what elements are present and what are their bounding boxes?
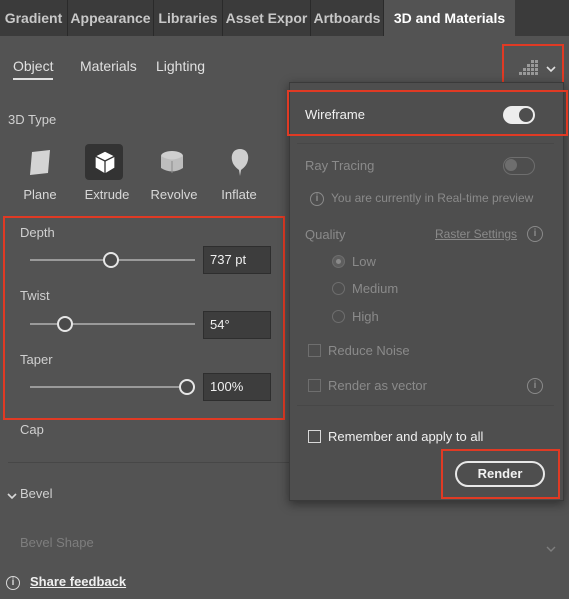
tab-3d-and-materials[interactable]: 3D and Materials <box>384 0 515 36</box>
depth-label: Depth <box>20 225 55 240</box>
section-divider <box>8 462 289 463</box>
bevel-label[interactable]: Bevel <box>20 486 53 501</box>
tab-appearance[interactable]: Appearance <box>68 0 154 36</box>
plane-label: Plane <box>23 187 57 202</box>
render-settings-icon[interactable] <box>519 59 539 77</box>
revolve-type-button[interactable] <box>153 144 191 180</box>
render-as-vector-info-icon[interactable]: i <box>527 378 543 394</box>
subtab-materials[interactable]: Materials <box>80 58 137 74</box>
render-button[interactable]: Render <box>455 461 545 487</box>
plane-type-button[interactable] <box>21 144 59 180</box>
subtab-lighting[interactable]: Lighting <box>156 58 205 74</box>
tab-gradient[interactable]: Gradient <box>0 0 68 36</box>
taper-label: Taper <box>20 352 53 367</box>
render-settings-popover: Wireframe Ray Tracing i You are currentl… <box>287 82 568 501</box>
bevel-shape-dropdown-icon[interactable] <box>546 541 556 556</box>
extrude-icon <box>94 150 116 175</box>
inflate-type-button[interactable] <box>221 144 259 180</box>
remember-label: Remember and apply to all <box>328 429 484 444</box>
extrude-label: Extrude <box>84 187 130 202</box>
wireframe-label: Wireframe <box>305 107 365 122</box>
quality-label: Quality <box>305 227 346 242</box>
taper-slider-thumb[interactable] <box>179 379 195 395</box>
taper-slider-track[interactable] <box>30 386 195 388</box>
twist-slider-thumb[interactable] <box>56 316 73 332</box>
reduce-noise-checkbox[interactable] <box>308 344 321 357</box>
revolve-label: Revolve <box>150 187 198 202</box>
bevel-shape-label: Bevel Shape <box>20 535 94 550</box>
quality-low-label: Low <box>352 254 376 269</box>
tab-libraries[interactable]: Libraries <box>154 0 223 36</box>
remember-checkbox[interactable] <box>308 430 321 443</box>
quality-medium-label: Medium <box>352 281 399 296</box>
panel-tab-bar: Gradient Appearance Libraries Asset Expo… <box>0 0 569 36</box>
taper-value-input[interactable]: 100% <box>203 373 271 401</box>
reduce-noise-label: Reduce Noise <box>328 343 410 358</box>
realtime-preview-note: You are currently in Real-time preview <box>331 191 534 205</box>
quality-high-radio[interactable] <box>332 310 345 323</box>
3d-type-heading: 3D Type <box>8 112 57 127</box>
plane-icon <box>30 150 50 175</box>
inflate-label: Inflate <box>221 187 257 202</box>
depth-value-input[interactable]: 737 pt <box>203 246 271 274</box>
render-as-vector-checkbox[interactable] <box>308 379 321 392</box>
extrude-type-button[interactable] <box>85 144 123 180</box>
bevel-expand-chevron-icon[interactable] <box>7 488 17 503</box>
ray-tracing-label: Ray Tracing <box>305 158 375 173</box>
inflate-icon <box>231 149 249 176</box>
wireframe-toggle[interactable] <box>503 106 535 124</box>
revolve-icon <box>161 151 183 173</box>
twist-value-input[interactable]: 54° <box>203 311 271 339</box>
subtab-object[interactable]: Object <box>13 58 54 80</box>
tab-asset-export[interactable]: Asset Expor <box>223 0 311 36</box>
popover-divider-top <box>297 143 554 144</box>
twist-slider-track[interactable] <box>30 323 195 325</box>
render-as-vector-label: Render as vector <box>328 378 427 393</box>
twist-label: Twist <box>20 288 50 303</box>
info-icon: i <box>6 576 20 590</box>
realtime-info-icon: i <box>310 192 324 206</box>
share-feedback-link[interactable]: Share feedback <box>30 574 126 589</box>
quality-medium-radio[interactable] <box>332 282 345 295</box>
raster-settings-link[interactable]: Raster Settings <box>435 227 517 241</box>
quality-info-icon[interactable]: i <box>527 226 543 242</box>
chevron-down-icon[interactable] <box>546 61 556 76</box>
quality-low-radio[interactable] <box>332 255 345 268</box>
quality-high-label: High <box>352 309 379 324</box>
ray-tracing-toggle[interactable] <box>503 157 535 175</box>
tab-artboards[interactable]: Artboards <box>311 0 384 36</box>
cap-label: Cap <box>20 422 44 437</box>
popover-divider-bottom <box>297 405 554 406</box>
depth-slider-thumb[interactable] <box>103 252 119 268</box>
